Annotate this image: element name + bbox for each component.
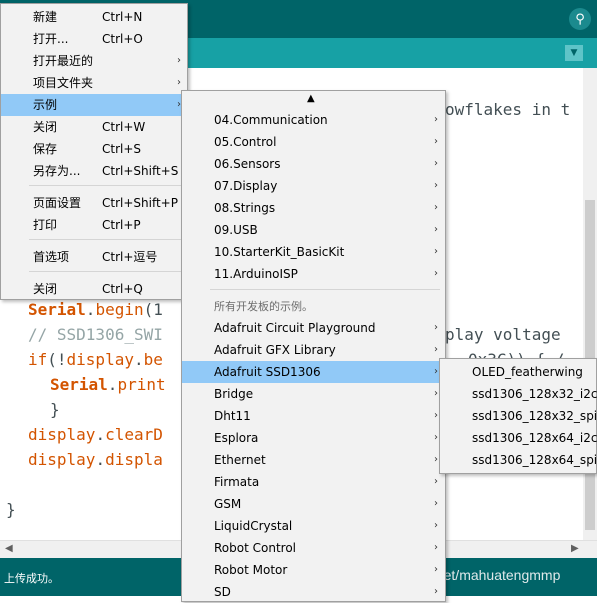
menu-item-open[interactable]: 打开... Ctrl+O (1, 28, 187, 50)
menu-item-example[interactable]: 09.USB › (182, 219, 445, 241)
menu-item-library[interactable]: Adafruit Circuit Playground › (182, 317, 445, 339)
code-line: Serial.print (50, 375, 166, 394)
tab-menu-dropdown-icon[interactable]: ▼ (565, 45, 583, 61)
menu-item-example[interactable]: 10.StarterKit_BasicKit › (182, 241, 445, 263)
chevron-right-icon: › (434, 322, 438, 333)
menu-separator (29, 185, 181, 186)
code-line: if(!display.be (28, 350, 163, 369)
chevron-right-icon: › (434, 158, 438, 169)
menu-item-print[interactable]: 打印 Ctrl+P (1, 214, 187, 236)
menu-item-library[interactable]: Robot Control › (182, 537, 445, 559)
code-line: owflakes in t (445, 100, 571, 119)
menu-item-examples[interactable]: 示例 › (1, 94, 187, 116)
chevron-right-icon: › (434, 202, 438, 213)
menu-item-library[interactable]: Ethernet › (182, 449, 445, 471)
menu-item-example[interactable]: 06.Sensors › (182, 153, 445, 175)
code-line: } (50, 400, 60, 419)
code-line: } (6, 500, 16, 519)
code-line: Serial.begin(1 (28, 300, 163, 319)
chevron-right-icon: › (177, 55, 181, 66)
status-message: 上传成功。 (4, 572, 59, 585)
menu-item-ssd1306-example[interactable]: OLED_featherwing (440, 361, 596, 383)
code-line: // SSD1306_SWI (28, 325, 163, 344)
menu-item-example[interactable]: 08.Strings › (182, 197, 445, 219)
chevron-right-icon: › (434, 564, 438, 575)
chevron-right-icon: › (434, 498, 438, 509)
menu-item-sketchbook[interactable]: 项目文件夹 › (1, 72, 187, 94)
menu-separator (210, 289, 440, 290)
menu-item-library-ssd1306[interactable]: Adafruit SSD1306 › (182, 361, 445, 383)
menu-item-ssd1306-example[interactable]: ssd1306_128x64_spi (440, 449, 597, 471)
menu-item-close[interactable]: 关闭 Ctrl+W (1, 116, 187, 138)
section-label: 所有开发板的示例。 (214, 300, 313, 313)
chevron-right-icon: › (434, 454, 438, 465)
menu-item-new[interactable]: 新建 Ctrl+N (1, 6, 187, 28)
chevron-right-icon: › (434, 180, 438, 191)
chevron-right-icon: › (434, 542, 438, 553)
chevron-right-icon: › (434, 114, 438, 125)
chevron-right-icon: › (434, 268, 438, 279)
menu-item-example[interactable]: 04.Communication › (182, 109, 445, 131)
menu-item-preferences[interactable]: 首选项 Ctrl+逗号 (1, 246, 187, 268)
chevron-right-icon: › (434, 246, 438, 257)
menu-item-ssd1306-example[interactable]: ssd1306_128x64_i2c (440, 427, 597, 449)
ssd1306-examples-menu: OLED_featherwing ssd1306_128x32_i2c ssd1… (439, 358, 597, 474)
menu-item-library[interactable]: Esplora › (182, 427, 445, 449)
menu-item-example[interactable]: 05.Control › (182, 131, 445, 153)
menu-item-library[interactable]: Bridge › (182, 383, 445, 405)
menu-item-library[interactable]: LiquidCrystal › (182, 515, 445, 537)
menu-item-library[interactable]: Firmata › (182, 471, 445, 493)
menu-item-ssd1306-example[interactable]: ssd1306_128x32_spi (440, 405, 597, 427)
menu-item-library[interactable]: GSM › (182, 493, 445, 515)
file-menu: 新建 Ctrl+N 打开... Ctrl+O 打开最近的 › 项目文件夹 › 示… (0, 3, 188, 300)
chevron-right-icon: › (434, 344, 438, 355)
scroll-up-arrow-icon[interactable]: ▲ (307, 93, 315, 104)
code-line: display.displa (28, 450, 163, 469)
menu-item-save[interactable]: 保存 Ctrl+S (1, 138, 187, 160)
scroll-right-icon[interactable]: ▶ (571, 543, 579, 554)
menu-item-quit[interactable]: 关闭 Ctrl+Q (1, 278, 187, 300)
chevron-right-icon: › (434, 410, 438, 421)
menu-item-library[interactable]: SD › (182, 581, 445, 603)
chevron-right-icon: › (434, 388, 438, 399)
menu-separator (29, 271, 181, 272)
menu-item-library[interactable]: Dht11 › (182, 405, 445, 427)
examples-menu: ▲ 04.Communication › 05.Control › 06.Sen… (181, 90, 446, 602)
chevron-right-icon: › (434, 224, 438, 235)
chevron-right-icon: › (434, 476, 438, 487)
menu-item-example[interactable]: 07.Display › (182, 175, 445, 197)
chevron-right-icon: › (434, 366, 438, 377)
chevron-right-icon: › (434, 136, 438, 147)
menu-item-library[interactable]: Adafruit GFX Library › (182, 339, 445, 361)
code-line: display.clearD (28, 425, 163, 444)
menu-separator (29, 239, 181, 240)
menu-item-ssd1306-example[interactable]: ssd1306_128x32_i2c (440, 383, 597, 405)
menu-item-example[interactable]: 11.ArduinoISP › (182, 263, 445, 285)
serial-monitor-icon[interactable]: ⚲ (569, 8, 591, 30)
chevron-right-icon: › (434, 520, 438, 531)
menu-item-library[interactable]: Robot Motor › (182, 559, 445, 581)
chevron-right-icon: › (434, 432, 438, 443)
chevron-right-icon: › (434, 586, 438, 597)
code-line: play voltage (445, 325, 561, 344)
menu-item-save-as[interactable]: 另存为... Ctrl+Shift+S (1, 160, 187, 182)
menu-item-page-setup[interactable]: 页面设置 Ctrl+Shift+P (1, 192, 187, 214)
scroll-left-icon[interactable]: ◀ (5, 543, 13, 554)
menu-item-open-recent[interactable]: 打开最近的 › (1, 50, 187, 72)
